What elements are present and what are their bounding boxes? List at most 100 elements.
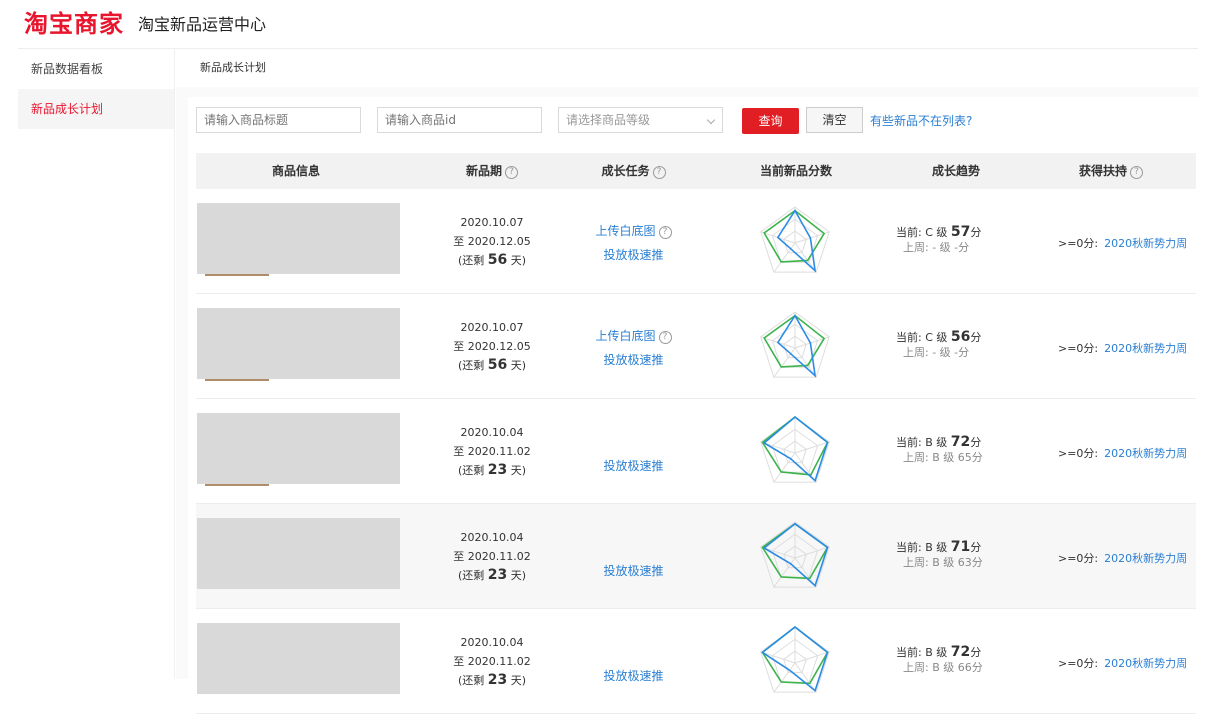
period-start: 2020.10.04 bbox=[460, 636, 524, 649]
new-period-cell: 2020.10.04 至 2020.11.02 (还剩 23 天) bbox=[422, 633, 562, 690]
table-row: 2020.10.07 至 2020.12.05 (还剩 56 天) 上传白底图? 投放极… bbox=[196, 294, 1196, 399]
period-end: 至 2020.11.02 bbox=[453, 655, 531, 668]
support-rule: >=0分: bbox=[1058, 657, 1099, 670]
grade-select[interactable]: 请选择商品等级 bbox=[558, 107, 723, 133]
support-campaign-link[interactable]: 2020秋新势力周 bbox=[1104, 657, 1187, 670]
table-row: 2020.10.04 至 2020.11.02 (还剩 23 天) 投放极速推 当前: … bbox=[196, 609, 1196, 714]
id-search-input[interactable] bbox=[377, 107, 542, 133]
radar-axis bbox=[773, 242, 796, 273]
col-current-score: 当前新品分数 bbox=[759, 164, 832, 178]
current-grade: 当前: C 级 57分 bbox=[896, 224, 982, 240]
last-week-grade: 上周: - 级 -分 bbox=[903, 346, 970, 359]
growth-trend-cell: 当前: C 级 57分 上周: - 级 -分 bbox=[896, 225, 1016, 255]
col-growth-trend: 成长趋势 bbox=[931, 164, 980, 178]
col-product-info: 商品信息 bbox=[271, 164, 320, 178]
thumbnail-edge bbox=[205, 484, 269, 486]
growth-task-cell: 投放极速推 bbox=[576, 559, 691, 583]
support-rule: >=0分: bbox=[1058, 447, 1099, 460]
help-icon[interactable]: ? bbox=[505, 166, 518, 179]
query-button[interactable]: 查询 bbox=[742, 108, 799, 134]
period-remaining: (还剩 23 天) bbox=[457, 567, 527, 583]
growth-trend-cell: 当前: B 级 72分 上周: B 级 66分 bbox=[896, 645, 1016, 675]
period-remaining: (还剩 23 天) bbox=[457, 462, 527, 478]
current-grade: 当前: B 级 72分 bbox=[896, 644, 982, 660]
speed-push-link[interactable]: 投放极速推 bbox=[576, 454, 691, 478]
radar-axis bbox=[773, 347, 796, 378]
sidebar-item-dashboard[interactable]: 新品数据看板 bbox=[18, 49, 174, 89]
breadcrumb: 新品成长计划 bbox=[176, 49, 1198, 87]
speed-push-link[interactable]: 投放极速推 bbox=[576, 348, 691, 372]
score-radar-chart bbox=[760, 521, 830, 588]
support-cell: >=0分: 2020秋新势力周 bbox=[1058, 235, 1187, 251]
new-period-cell: 2020.10.07 至 2020.12.05 (还剩 56 天) bbox=[422, 213, 562, 270]
sidebar-item-growth-plan[interactable]: 新品成长计划 bbox=[18, 89, 174, 129]
main-content: 新品成长计划 请选择商品等级 查询 清空 有些新品不在列表? 商品信息 新品期?… bbox=[176, 49, 1198, 714]
help-icon[interactable]: ? bbox=[652, 166, 666, 179]
period-remaining: (还剩 56 天) bbox=[457, 357, 527, 373]
content-panel: 请选择商品等级 查询 清空 有些新品不在列表? 商品信息 新品期? 成长任务? … bbox=[188, 97, 1198, 714]
speed-push-link[interactable]: 投放极速推 bbox=[576, 559, 691, 583]
support-campaign-link[interactable]: 2020秋新势力周 bbox=[1104, 447, 1187, 460]
support-rule: >=0分: bbox=[1058, 237, 1099, 250]
last-week-grade: 上周: B 级 63分 bbox=[903, 556, 983, 569]
product-thumbnail[interactable] bbox=[197, 518, 400, 589]
support-cell: >=0分: 2020秋新势力周 bbox=[1058, 655, 1187, 671]
speed-push-link[interactable]: 投放极速推 bbox=[576, 664, 691, 688]
support-cell: >=0分: 2020秋新势力周 bbox=[1058, 550, 1187, 566]
period-end: 至 2020.12.05 bbox=[453, 340, 531, 353]
upload-white-bg-link[interactable]: 上传白底图 bbox=[595, 329, 655, 343]
period-start: 2020.10.04 bbox=[460, 426, 524, 439]
current-grade: 当前: B 级 72分 bbox=[896, 434, 982, 450]
current-grade: 当前: B 级 71分 bbox=[896, 539, 982, 555]
product-thumbnail[interactable] bbox=[197, 203, 400, 276]
support-campaign-link[interactable]: 2020秋新势力周 bbox=[1104, 342, 1187, 355]
speed-push-link[interactable]: 投放极速推 bbox=[576, 243, 691, 267]
table-row: 2020.10.04 至 2020.11.02 (还剩 23 天) 投放极速推 当前: … bbox=[196, 504, 1196, 609]
table-header: 商品信息 新品期? 成长任务? 当前新品分数 成长趋势 获得扶持? bbox=[196, 153, 1196, 189]
growth-trend-cell: 当前: B 级 71分 上周: B 级 63分 bbox=[896, 540, 1016, 570]
score-radar-chart bbox=[760, 415, 830, 483]
period-start: 2020.10.07 bbox=[460, 321, 524, 334]
help-icon[interactable]: ? bbox=[658, 226, 672, 239]
new-period-cell: 2020.10.04 至 2020.11.02 (还剩 23 天) bbox=[422, 528, 562, 585]
taobao-seller-logo[interactable]: 淘宝商家 bbox=[24, 4, 124, 39]
new-period-cell: 2020.10.04 至 2020.11.02 (还剩 23 天) bbox=[422, 423, 562, 480]
col-new-period: 新品期? bbox=[422, 153, 562, 189]
thumbnail-edge bbox=[205, 274, 269, 276]
table-row: 2020.10.04 至 2020.11.02 (还剩 23 天) 投放极速推 当前: … bbox=[196, 399, 1196, 504]
grade-select-placeholder: 请选择商品等级 bbox=[566, 113, 651, 127]
support-campaign-link[interactable]: 2020秋新势力周 bbox=[1104, 237, 1187, 250]
new-period-cell: 2020.10.07 至 2020.12.05 (还剩 56 天) bbox=[422, 318, 562, 375]
chevron-down-icon bbox=[706, 115, 716, 125]
support-campaign-link[interactable]: 2020秋新势力周 bbox=[1104, 552, 1187, 565]
support-rule: >=0分: bbox=[1058, 552, 1099, 565]
support-cell: >=0分: 2020秋新势力周 bbox=[1058, 340, 1187, 356]
missing-products-link[interactable]: 有些新品不在列表? bbox=[870, 112, 972, 129]
period-end: 至 2020.12.05 bbox=[453, 235, 531, 248]
period-end: 至 2020.11.02 bbox=[453, 445, 531, 458]
product-thumbnail[interactable] bbox=[197, 623, 400, 694]
help-icon[interactable]: ? bbox=[1130, 166, 1143, 179]
period-remaining: (还剩 56 天) bbox=[457, 252, 527, 268]
score-radar-chart bbox=[760, 625, 830, 693]
help-icon[interactable]: ? bbox=[658, 331, 672, 344]
thumbnail-edge bbox=[205, 379, 269, 381]
current-grade: 当前: C 级 56分 bbox=[896, 329, 982, 345]
title-search-input[interactable] bbox=[196, 107, 361, 133]
clear-button[interactable]: 清空 bbox=[806, 107, 863, 133]
last-week-grade: 上周: B 级 65分 bbox=[903, 451, 983, 464]
growth-task-cell: 投放极速推 bbox=[576, 454, 691, 478]
app-title: 淘宝新品运营中心 bbox=[138, 15, 267, 34]
period-end: 至 2020.11.02 bbox=[453, 550, 531, 563]
upload-white-bg-link[interactable]: 上传白底图 bbox=[595, 224, 655, 238]
radar-axis bbox=[773, 452, 796, 483]
score-radar-chart bbox=[760, 311, 830, 378]
product-thumbnail[interactable] bbox=[197, 413, 400, 486]
growth-task-cell: 上传白底图? 投放极速推 bbox=[576, 324, 691, 372]
sidebar: 新品数据看板 新品成长计划 bbox=[18, 49, 175, 679]
support-cell: >=0分: 2020秋新势力周 bbox=[1058, 445, 1187, 461]
period-remaining: (还剩 23 天) bbox=[457, 672, 527, 688]
col-growth-task: 成长任务? bbox=[576, 153, 691, 189]
product-thumbnail[interactable] bbox=[197, 308, 400, 381]
period-start: 2020.10.07 bbox=[460, 216, 524, 229]
